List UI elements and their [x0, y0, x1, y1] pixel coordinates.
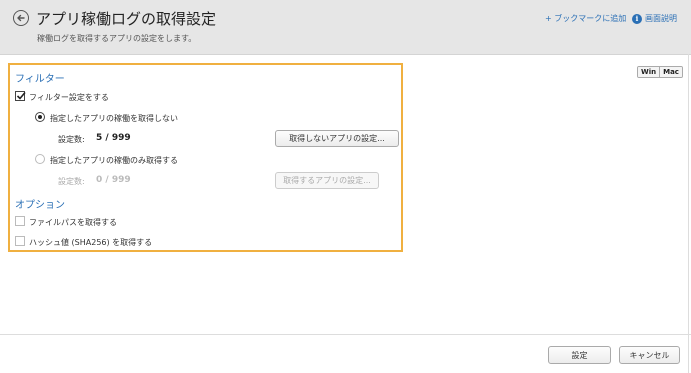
hash-checkbox[interactable] — [15, 236, 25, 246]
help-link-label: 画面説明 — [645, 14, 677, 23]
radio-exclude-apps[interactable] — [35, 112, 45, 122]
footer-divider — [0, 334, 691, 335]
page-subtitle: 稼働ログを取得するアプリの設定をします。 — [37, 34, 197, 43]
right-border — [688, 54, 689, 373]
include-apps-settings-button[interactable]: 取得するアプリの設定... — [275, 172, 379, 189]
back-button[interactable] — [13, 10, 29, 26]
filter-enable-checkbox[interactable] — [15, 91, 26, 101]
arrow-left-icon — [17, 14, 25, 22]
save-button[interactable]: 設定 — [548, 346, 611, 364]
help-link[interactable]: i 画面説明 — [632, 13, 677, 24]
os-toggle-win[interactable]: Win — [638, 67, 660, 77]
radio-include-apps[interactable] — [35, 154, 45, 164]
filter-enable-label: フィルター設定をする — [29, 93, 109, 102]
include-count-label: 設定数: — [58, 177, 85, 186]
options-section-title: オプション — [15, 200, 65, 211]
os-toggle-mac[interactable]: Mac — [659, 67, 682, 77]
checkmark-icon — [16, 91, 26, 100]
radio-include-label: 指定したアプリの稼働のみ取得する — [50, 156, 178, 165]
exclude-apps-settings-button[interactable]: 取得しないアプリの設定... — [275, 130, 399, 147]
filepath-label: ファイルパスを取得する — [29, 218, 117, 227]
add-bookmark-link[interactable]: + ブックマークに追加 — [545, 13, 626, 24]
filepath-checkbox[interactable] — [15, 216, 25, 226]
filter-section-title: フィルター — [15, 74, 65, 85]
include-count-value: 0 / 999 — [96, 175, 131, 185]
cancel-button[interactable]: キャンセル — [619, 346, 680, 364]
radio-exclude-label: 指定したアプリの稼働を取得しない — [50, 114, 178, 123]
header-bar: アプリ稼働ログの取得設定 稼働ログを取得するアプリの設定をします。 + ブックマ… — [0, 0, 691, 55]
exclude-count-label: 設定数: — [58, 135, 85, 144]
info-icon: i — [632, 13, 642, 24]
os-toggle: Win Mac — [637, 66, 683, 78]
hash-label: ハッシュ値 (SHA256) を取得する — [29, 238, 153, 247]
exclude-count-value: 5 / 999 — [96, 133, 131, 143]
page-title: アプリ稼働ログの取得設定 — [36, 10, 217, 28]
